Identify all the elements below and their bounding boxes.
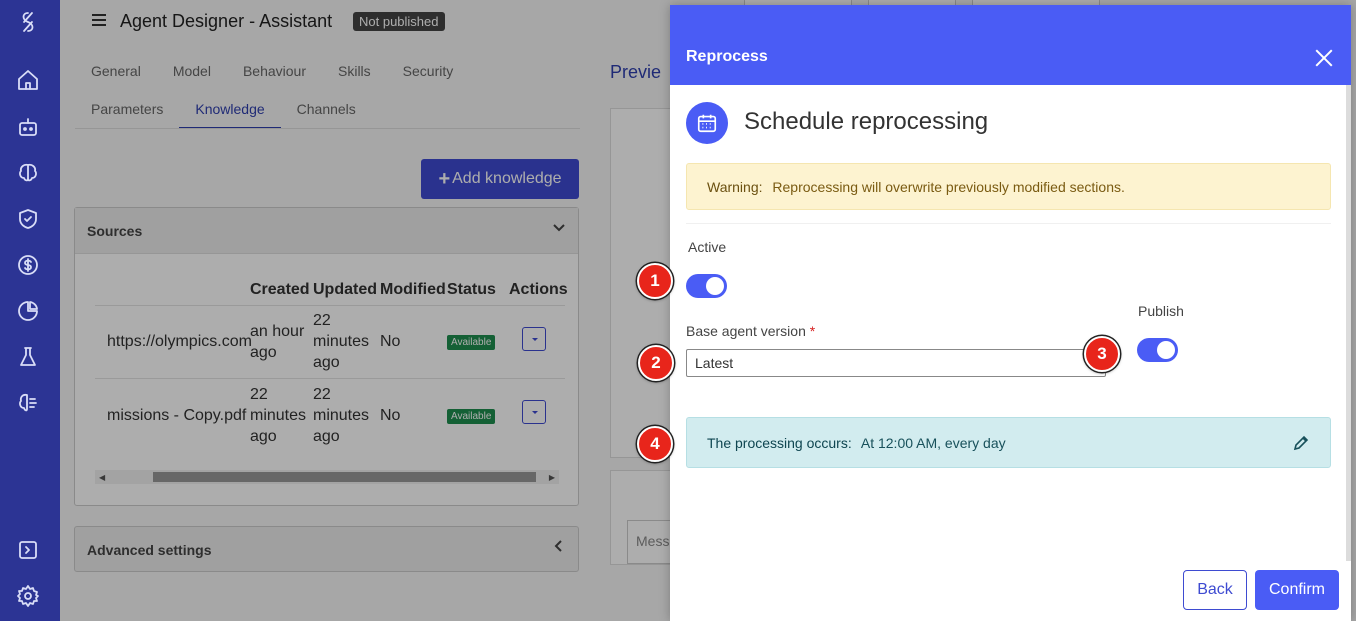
- dialog-heading: Schedule reprocessing: [744, 108, 989, 135]
- warning-text: Reprocessing will overwrite previously m…: [772, 179, 1125, 195]
- dialog-header: Reprocess: [670, 5, 1351, 85]
- annotation-marker-3: 3: [1084, 336, 1120, 372]
- active-label: Active: [688, 239, 727, 255]
- brain-icon[interactable]: [15, 160, 41, 186]
- pencil-icon[interactable]: [1292, 434, 1310, 452]
- annotation-marker-4: 4: [637, 426, 673, 462]
- annotation-marker-2: 2: [638, 345, 674, 381]
- schedule-info-banner: The processing occurs: At 12:00 AM, ever…: [686, 417, 1331, 468]
- processing-value: At 12:00 AM, every day: [860, 435, 1006, 451]
- publish-toggle[interactable]: [1137, 338, 1178, 362]
- confirm-button[interactable]: Confirm: [1255, 570, 1339, 610]
- dialog-scrollbar[interactable]: [1346, 85, 1351, 561]
- settings-icon[interactable]: [15, 583, 41, 609]
- shield-icon[interactable]: [15, 206, 41, 232]
- base-version-select[interactable]: Latest: [686, 349, 1106, 377]
- back-button[interactable]: Back: [1183, 570, 1247, 610]
- robot-icon[interactable]: [15, 114, 41, 140]
- active-toggle[interactable]: [686, 274, 727, 298]
- expand-panel-icon[interactable]: [15, 537, 41, 563]
- close-icon[interactable]: [1315, 49, 1333, 67]
- ai-brain-icon[interactable]: [15, 390, 41, 416]
- logo-icon[interactable]: [15, 9, 41, 35]
- flask-icon[interactable]: [15, 344, 41, 370]
- publish-label: Publish: [1138, 303, 1184, 319]
- dialog-title: Reprocess: [686, 48, 768, 65]
- home-icon[interactable]: [15, 67, 41, 93]
- warning-label: Warning:: [707, 179, 763, 195]
- pie-chart-icon[interactable]: [15, 298, 41, 324]
- required-mark: *: [809, 323, 816, 339]
- dollar-icon[interactable]: [15, 252, 41, 278]
- warning-banner: Warning: Reprocessing will overwrite pre…: [686, 163, 1331, 210]
- processing-label: The processing occurs:: [707, 435, 852, 451]
- section-divider: [686, 223, 1331, 224]
- side-nav-rail: [0, 0, 60, 621]
- calendar-icon: [686, 102, 728, 144]
- reprocess-dialog: Reprocess Schedule reprocessing Warning:…: [670, 5, 1351, 621]
- annotation-marker-1: 1: [637, 263, 673, 299]
- base-version-label: Base agent version *: [686, 323, 816, 339]
